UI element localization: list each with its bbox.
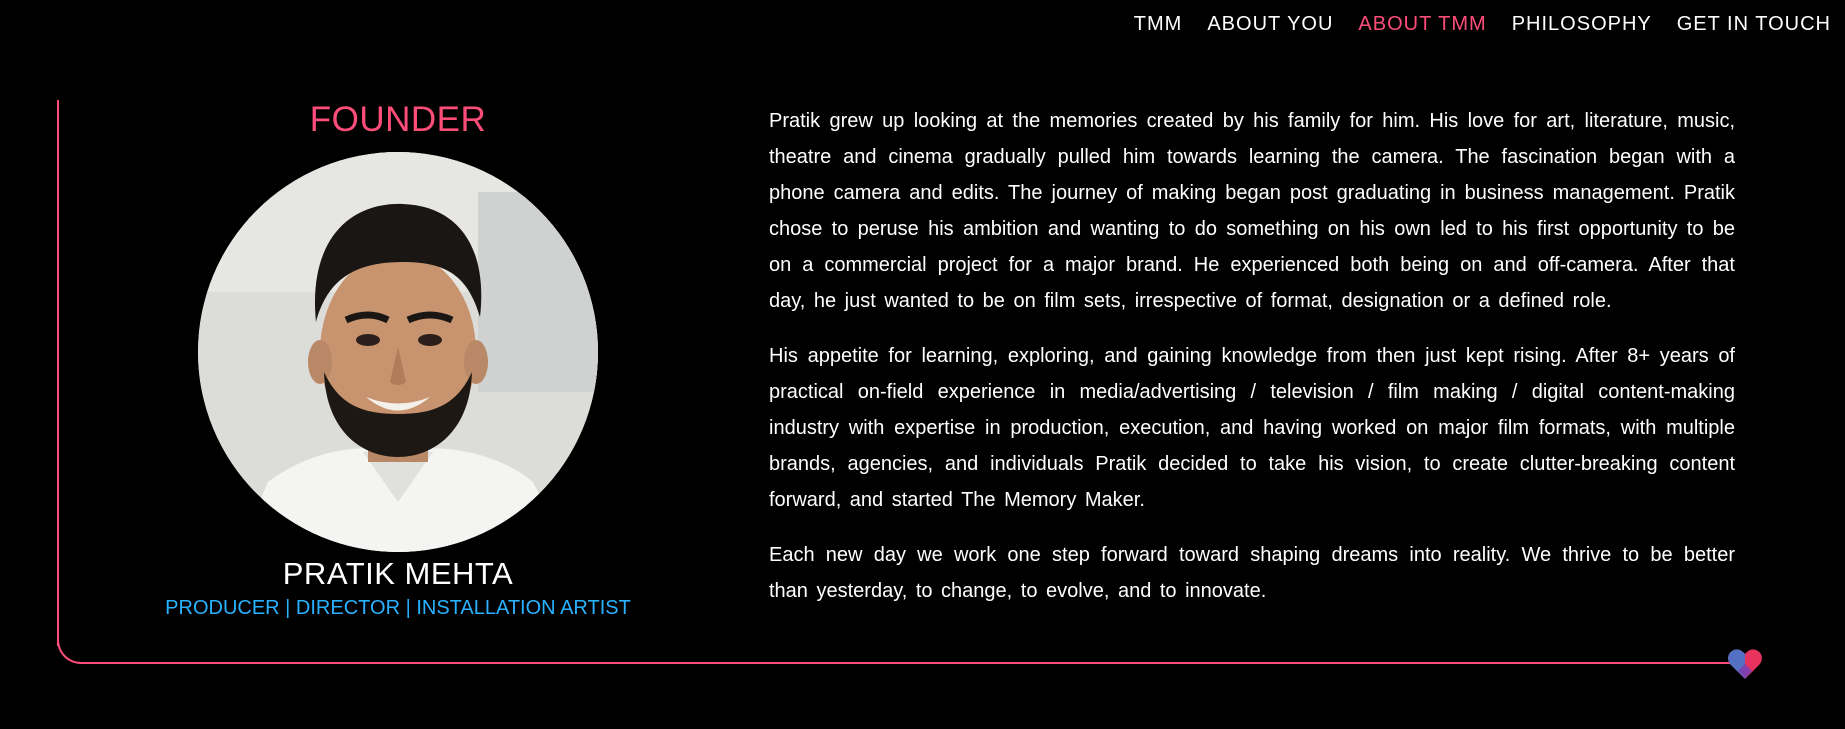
bio-paragraph-3: Each new day we work one step forward to…	[769, 544, 1735, 602]
founder-section: FOUNDER PRATIK MEHTA PRODUCER | DIRECTOR…	[150, 98, 646, 619]
portrait-image	[198, 152, 598, 552]
founder-role: PRODUCER | DIRECTOR | INSTALLATION ARTIS…	[165, 597, 631, 619]
nav-link-get-in-touch[interactable]: GET IN TOUCH	[1677, 12, 1831, 36]
bio-section: Pratik grew up looking at the memories c…	[769, 103, 1735, 628]
founder-portrait	[198, 152, 598, 552]
bio-paragraph-1: Pratik grew up looking at the memories c…	[769, 110, 1735, 312]
founder-name: PRATIK MEHTA	[282, 556, 514, 591]
nav-link-tmm[interactable]: TMM	[1134, 12, 1183, 36]
bio-paragraph-2: His appetite for learning, exploring, an…	[769, 345, 1735, 511]
frame-bottom-border	[82, 662, 1732, 664]
nav-link-about-you[interactable]: ABOUT YOU	[1207, 12, 1333, 36]
founder-heading: FOUNDER	[309, 100, 487, 139]
frame-left-border	[57, 100, 59, 646]
nav-link-philosophy[interactable]: PHILOSOPHY	[1512, 12, 1652, 36]
top-nav: TMM ABOUT YOU ABOUT TMM PHILOSOPHY GET I…	[1109, 12, 1831, 36]
nav-link-about-tmm[interactable]: ABOUT TMM	[1358, 12, 1486, 36]
frame-corner	[57, 626, 83, 664]
heart-logo-icon	[1728, 649, 1762, 679]
